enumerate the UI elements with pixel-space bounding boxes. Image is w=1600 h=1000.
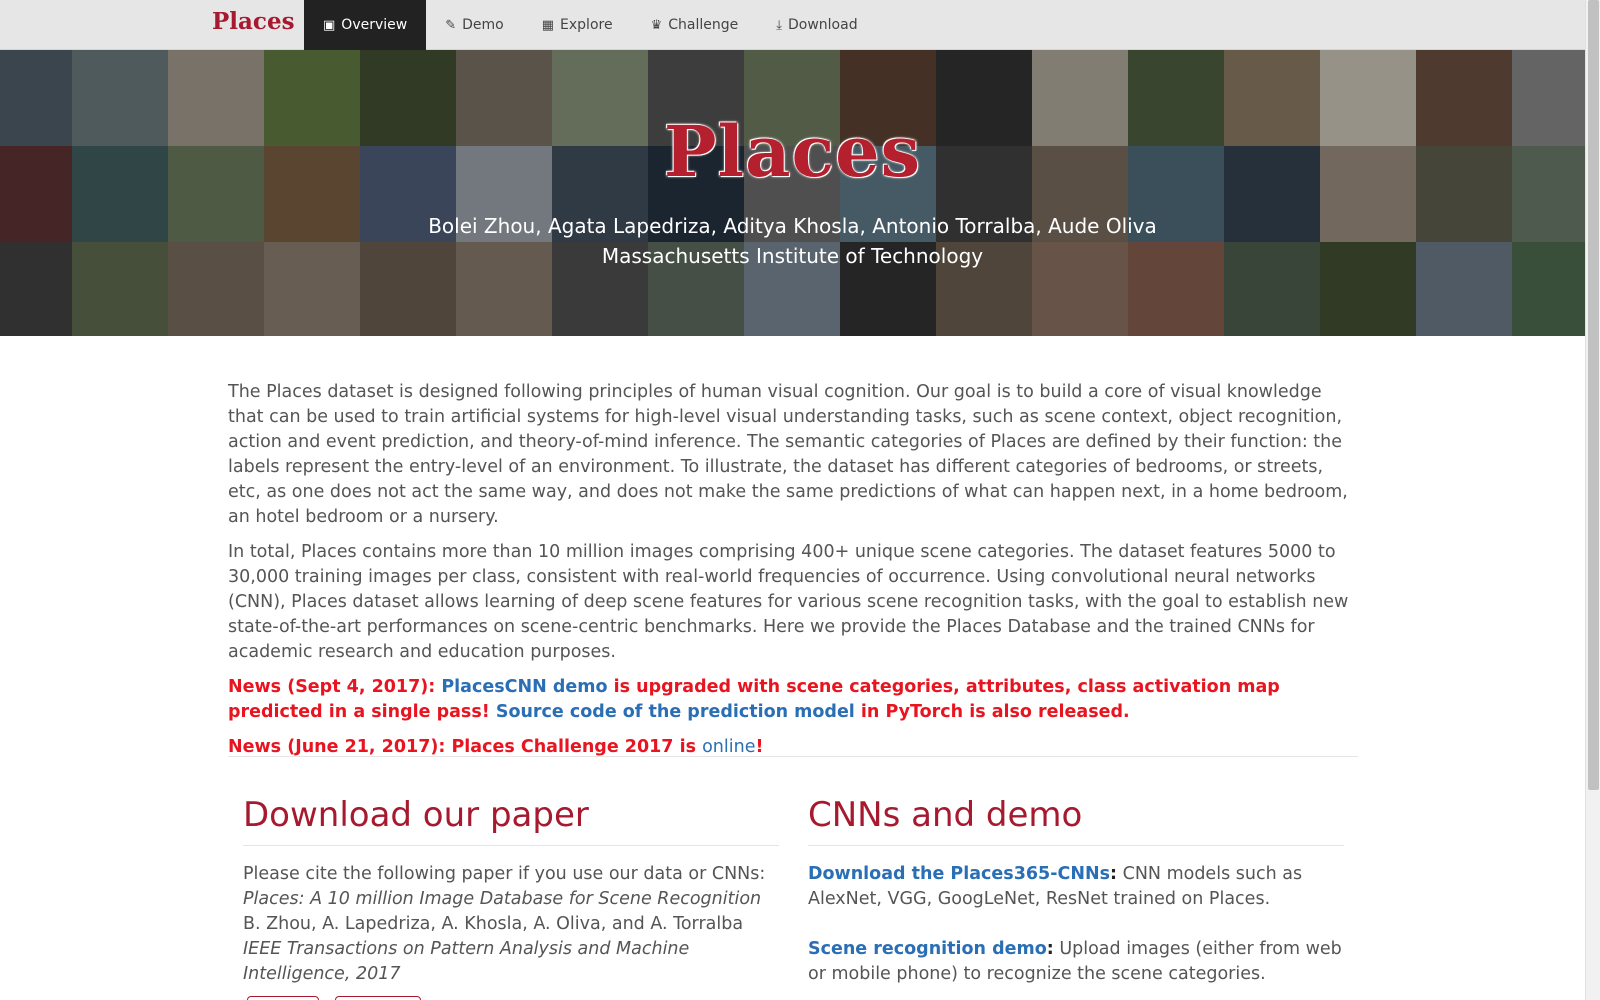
hero-title: Places [663, 110, 922, 193]
grid-icon: ▦ [541, 17, 555, 33]
page-scrollbar[interactable] [1585, 0, 1600, 1000]
source-code-link[interactable]: Source code of the prediction model [496, 702, 855, 722]
placescnn-demo-link[interactable]: PlacesCNN demo [441, 677, 607, 697]
hero-authors: Bolei Zhou, Agata Lapedriza, Aditya Khos… [428, 214, 1157, 238]
paper-bibtex-button[interactable] [335, 996, 421, 1000]
section-divider [228, 756, 1358, 757]
scrollbar-thumb[interactable] [1588, 0, 1599, 790]
nav-item-overview[interactable]: ▣ Overview [304, 0, 427, 50]
colon: : [1046, 939, 1054, 959]
news-item-1: News (Sept 4, 2017): PlacesCNN demo is u… [228, 675, 1358, 725]
colon: : [1110, 864, 1118, 884]
nav-menu: ▣ Overview ✎ Demo ▦ Explore ♛ Challenge … [304, 0, 877, 50]
news-text: News (June 21, 2017): Places Challenge 2… [228, 737, 703, 757]
news-text: News (Sept 4, 2017): [228, 677, 442, 697]
news-text: ! [755, 737, 764, 757]
news-text: in PyTorch is also released. [854, 702, 1130, 722]
paper-pdf-button[interactable] [247, 996, 319, 1000]
nav-label: Challenge [668, 17, 739, 33]
nav-item-challenge[interactable]: ♛ Challenge [632, 0, 758, 50]
wand-icon: ✎ [445, 17, 457, 33]
paper-venue: IEEE Transactions on Pattern Analysis an… [243, 939, 690, 984]
challenge-online-link[interactable]: online [702, 737, 755, 757]
cnns-heading: CNNs and demo [808, 795, 1344, 846]
download-places365-cnns-link[interactable]: Download the Places365-CNNs [808, 864, 1110, 884]
image-icon: ▣ [323, 17, 336, 33]
cite-intro: Please cite the following paper if you u… [243, 864, 766, 884]
cnns-section: CNNs and demo Download the Places365-CNN… [808, 795, 1344, 987]
hero-banner: Places Bolei Zhou, Agata Lapedriza, Adit… [0, 50, 1585, 336]
trophy-icon: ♛ [650, 17, 663, 33]
intro-paragraph-2: In total, Places contains more than 10 m… [228, 542, 1349, 662]
nav-label: Download [787, 17, 858, 33]
cnn-download-item: Download the Places365-CNNs: CNN models … [808, 862, 1344, 912]
paper-authors: B. Zhou, A. Lapedriza, A. Khosla, A. Oli… [243, 914, 744, 934]
nav-label: Demo [462, 17, 504, 33]
nav-item-demo[interactable]: ✎ Demo [426, 0, 523, 50]
paper-title: Places: A 10 million Image Database for … [243, 889, 762, 909]
top-navbar: Places ▣ Overview ✎ Demo ▦ Explore ♛ Cha… [0, 0, 1585, 50]
paper-heading: Download our paper [243, 795, 779, 846]
hero-institution: Massachusetts Institute of Technology [601, 244, 984, 268]
paper-buttons [247, 996, 421, 1000]
scene-recognition-demo-link[interactable]: Scene recognition demo [808, 939, 1047, 959]
paper-section: Download our paper Please cite the follo… [243, 795, 779, 987]
intro-paragraph-1: The Places dataset is designed following… [228, 382, 1348, 527]
nav-label: Overview [341, 17, 408, 33]
intro-content: The Places dataset is designed following… [228, 380, 1358, 770]
download-icon: ⤓ [776, 17, 782, 33]
nav-item-explore[interactable]: ▦ Explore [523, 0, 632, 50]
hero-overlay [0, 50, 1585, 336]
scene-demo-item: Scene recognition demo: Upload images (e… [808, 937, 1344, 987]
nav-label: Explore [560, 17, 613, 33]
nav-item-download[interactable]: ⤓ Download [757, 0, 876, 50]
brand-logo[interactable]: Places [212, 8, 295, 35]
